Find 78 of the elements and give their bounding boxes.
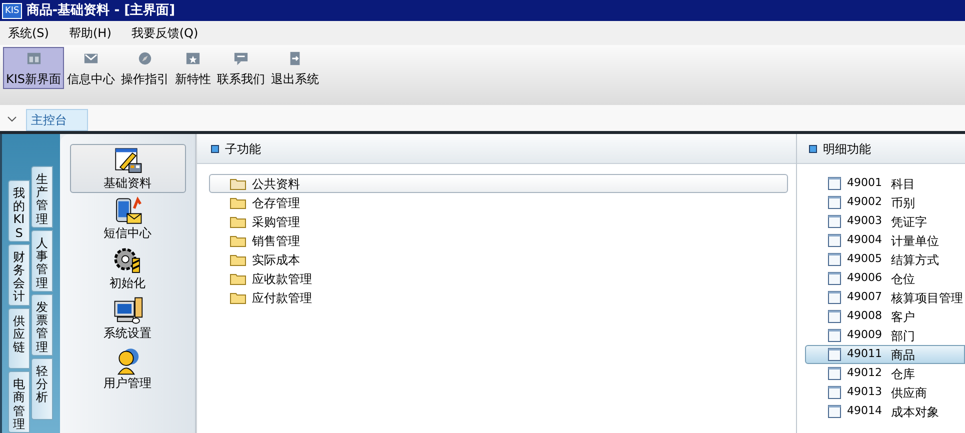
- toolbar-button[interactable]: 退出系统: [268, 47, 322, 89]
- detail-item[interactable]: 49014 成本对象: [805, 402, 965, 421]
- side-tab[interactable]: 人事管理: [31, 230, 53, 292]
- user-icon: [117, 348, 138, 375]
- folder-item[interactable]: 公共资料: [209, 174, 788, 193]
- folder-icon: [230, 292, 246, 304]
- folder-item[interactable]: 实际成本: [209, 250, 788, 269]
- toolbar-button[interactable]: 操作指引: [118, 47, 172, 89]
- document-icon: [828, 348, 841, 361]
- detail-item[interactable]: 49003 凭证字: [805, 212, 965, 231]
- computer-icon: [114, 297, 142, 324]
- panel-title: 明细功能: [823, 140, 871, 158]
- side-tab[interactable]: 生产管理: [31, 166, 53, 228]
- detail-item[interactable]: 49004 计量单位: [805, 231, 965, 250]
- detail-item[interactable]: 49001 科目: [805, 174, 965, 193]
- document-icon: [828, 253, 841, 266]
- document-tab[interactable]: 主控台: [26, 109, 88, 131]
- menu-item[interactable]: 系统(S): [8, 24, 49, 42]
- side-tab[interactable]: 轻分析: [31, 358, 53, 420]
- module-button[interactable]: 短信中心: [70, 194, 186, 243]
- detail-item[interactable]: 49006 仓位: [805, 269, 965, 288]
- toolbar-button[interactable]: KIS新界面: [3, 47, 64, 89]
- detail-item[interactable]: 49009 部门: [805, 326, 965, 345]
- detail-item[interactable]: 49002 币别: [805, 193, 965, 212]
- detail-item[interactable]: 49013 供应商: [805, 383, 965, 402]
- detail-item[interactable]: 49008 客户: [805, 307, 965, 326]
- document-icon: [828, 196, 841, 209]
- phone-envelope-icon: [116, 196, 142, 224]
- bullet-icon: [211, 144, 219, 152]
- mail-icon: [83, 51, 100, 66]
- app-logo: KIS: [2, 2, 22, 18]
- side-tab[interactable]: 发票管理: [31, 294, 53, 356]
- document-icon: [828, 310, 841, 323]
- document-icon: [828, 272, 841, 285]
- bullet-icon: [809, 144, 817, 152]
- folder-icon: [230, 234, 246, 246]
- compass-icon: [137, 51, 154, 66]
- module-button[interactable]: 用户管理: [70, 344, 186, 393]
- folder-icon: [230, 196, 246, 208]
- window-title: 商品-基础资料 - [主界面]: [26, 2, 176, 20]
- side-tab[interactable]: 财务会计: [8, 244, 30, 306]
- folder-item[interactable]: 仓存管理: [209, 193, 788, 212]
- module-button[interactable]: 系统设置: [70, 294, 186, 343]
- folder-icon: [230, 178, 246, 190]
- folder-item[interactable]: 采购管理: [209, 212, 788, 231]
- detail-item[interactable]: 49007 核算项目管理: [805, 288, 965, 307]
- side-tab[interactable]: 供应链: [8, 308, 30, 370]
- side-tab[interactable]: 我的KIS: [8, 180, 30, 242]
- notepad-pencil-icon: [114, 148, 142, 173]
- chat-icon: [233, 51, 250, 66]
- panel-title: 子功能: [225, 140, 261, 158]
- module-button[interactable]: 基础资料: [70, 144, 186, 193]
- layout-icon: [26, 51, 42, 66]
- toolbar-button[interactable]: 新特性: [172, 47, 214, 89]
- document-icon: [828, 386, 841, 399]
- detail-item[interactable]: 49005 结算方式: [805, 250, 965, 269]
- document-icon: [828, 234, 841, 247]
- toolbar-button[interactable]: 联系我们: [214, 47, 268, 89]
- detail-item[interactable]: 49011 商品: [805, 345, 965, 364]
- menu-item[interactable]: 帮助(H): [68, 24, 112, 42]
- folder-item[interactable]: 应收款管理: [209, 269, 788, 288]
- folder-item[interactable]: 应付款管理: [209, 288, 788, 307]
- document-icon: [828, 329, 841, 342]
- folder-item[interactable]: 销售管理: [209, 231, 788, 250]
- folder-icon: [230, 254, 246, 266]
- gear-icon: [114, 248, 140, 273]
- document-icon: [828, 367, 841, 380]
- menu-item[interactable]: 我要反馈(Q): [131, 24, 198, 42]
- toolbar-button[interactable]: 信息中心: [64, 47, 118, 89]
- document-icon: [828, 291, 841, 304]
- module-button[interactable]: 初始化: [70, 244, 186, 293]
- folder-icon: [230, 272, 246, 284]
- document-icon: [828, 215, 841, 228]
- folder-icon: [230, 216, 246, 228]
- side-tab[interactable]: 电商管理: [8, 371, 30, 433]
- document-icon: [828, 405, 841, 418]
- detail-item[interactable]: 49012 仓库: [805, 364, 965, 383]
- document-icon: [828, 177, 841, 190]
